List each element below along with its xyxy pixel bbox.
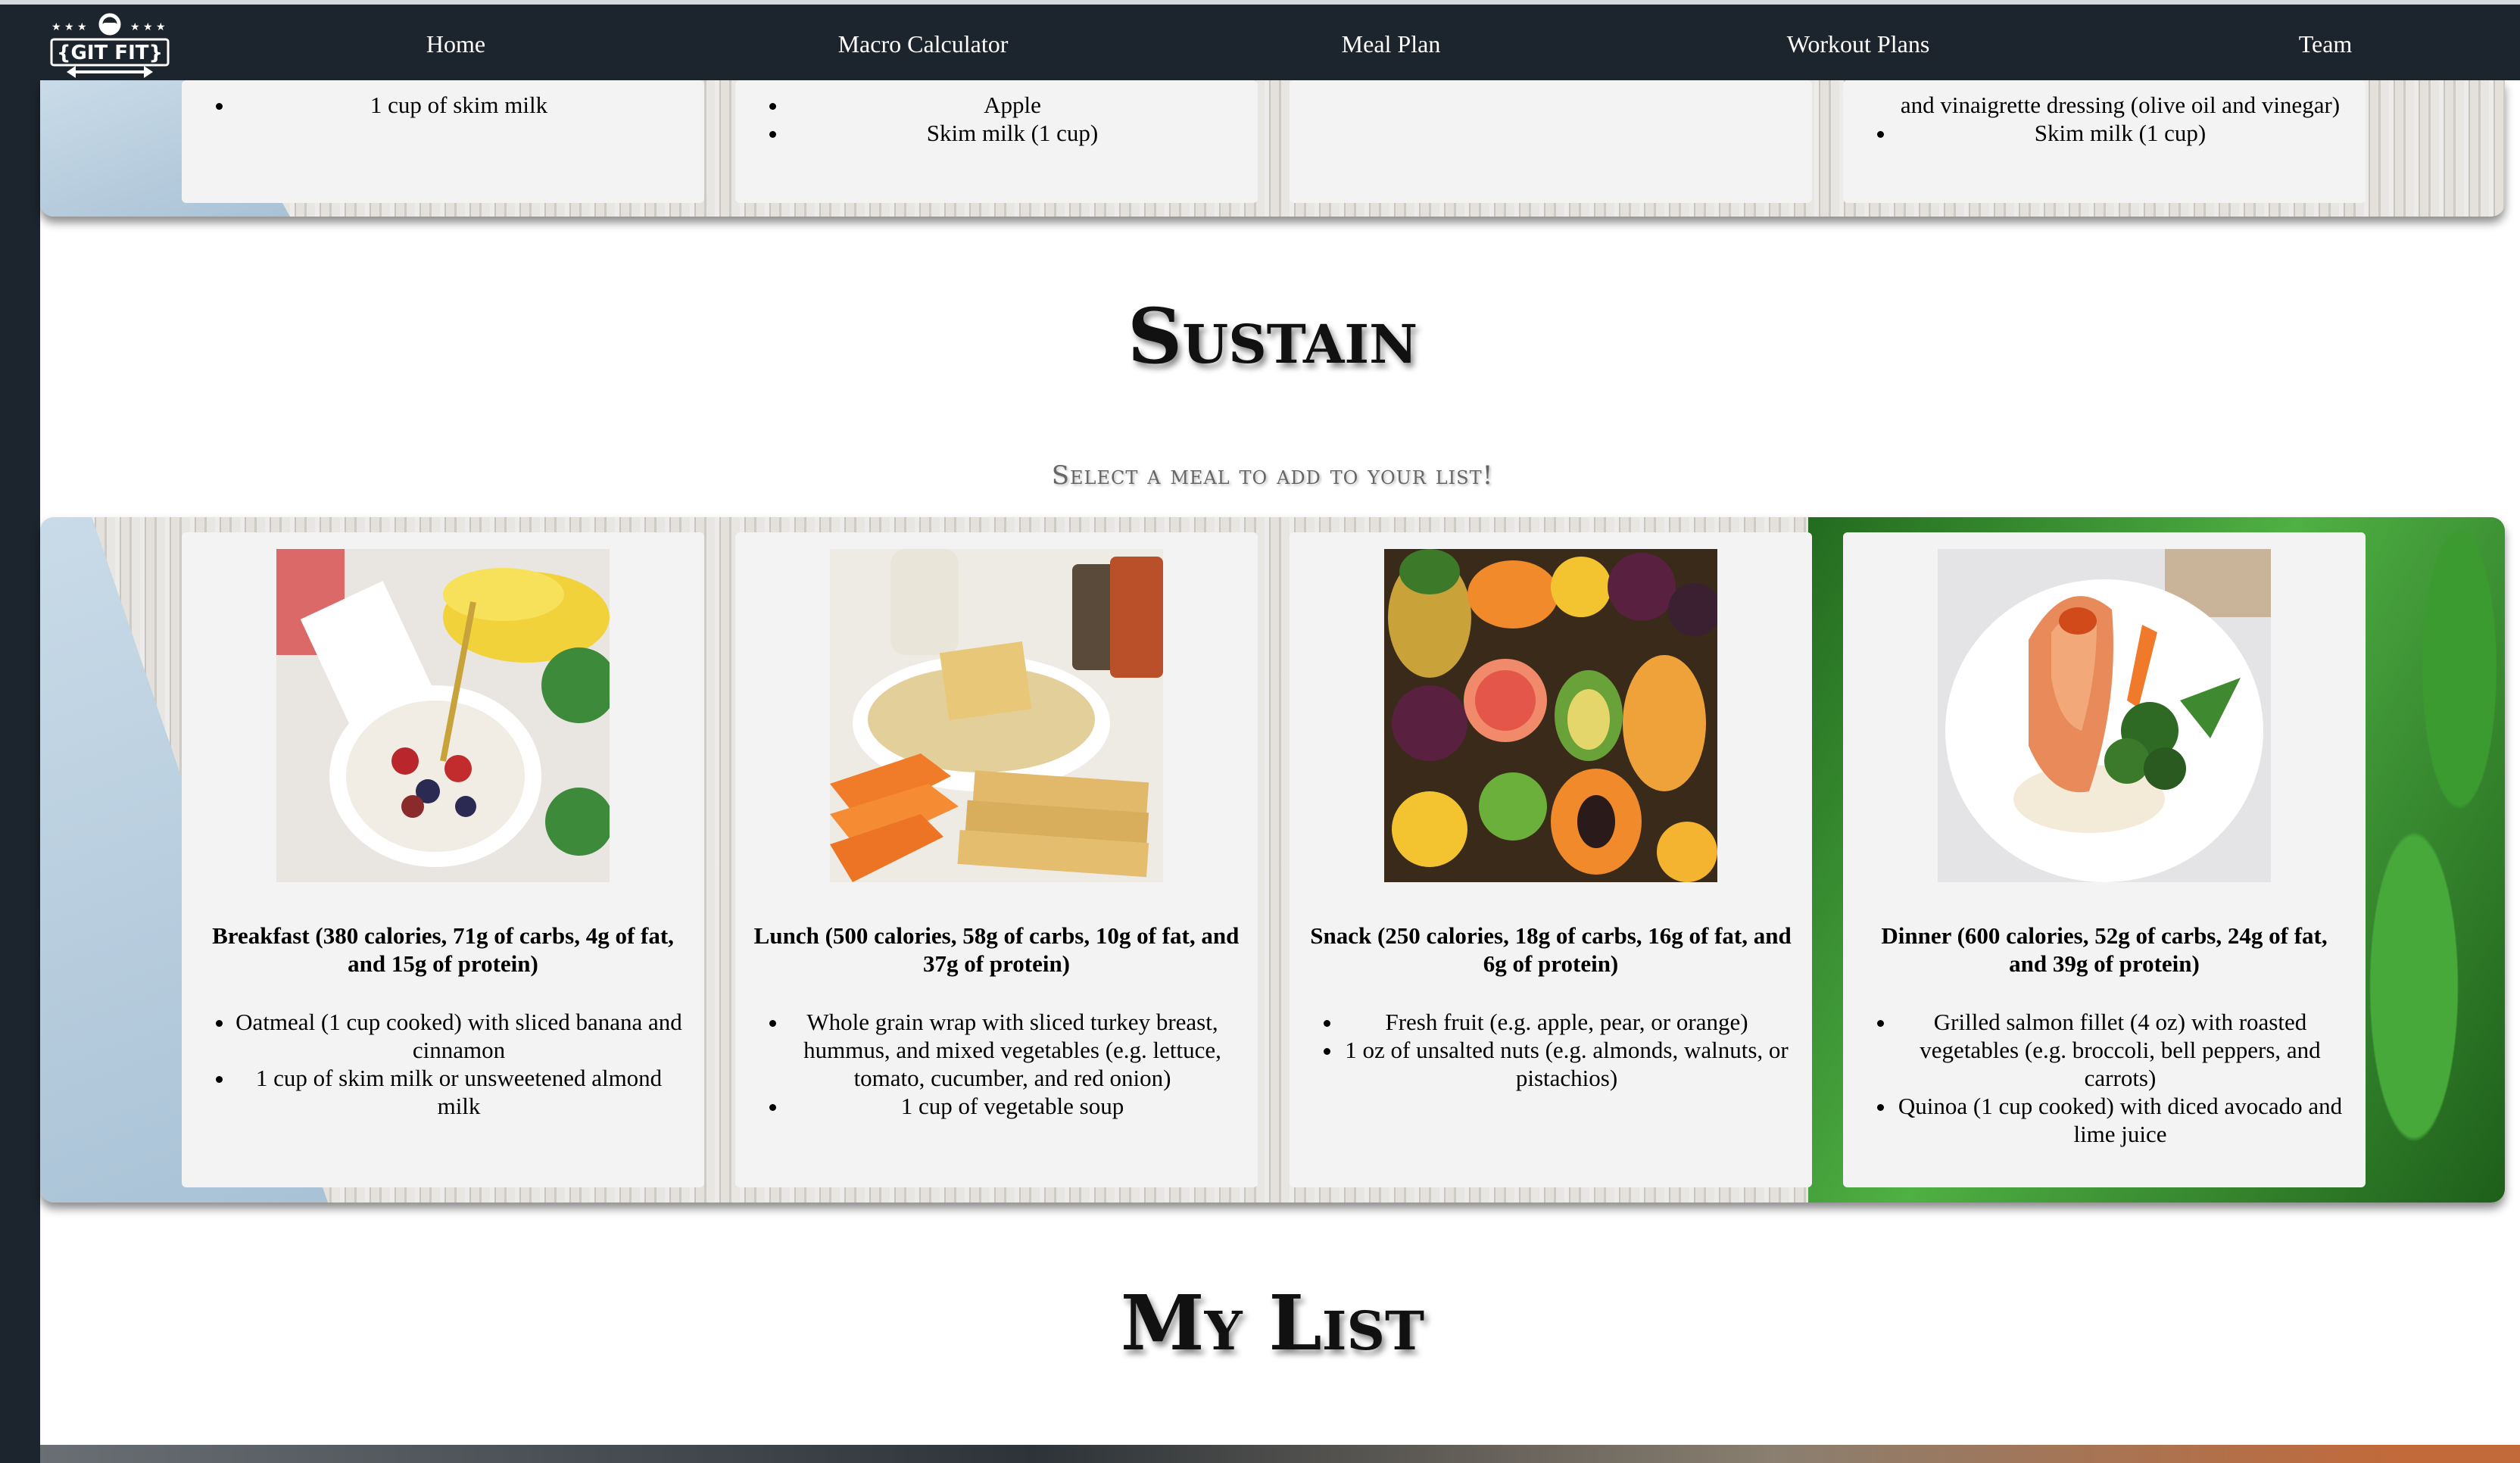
list-item: 1 cup of skim milk or unsweetened almond… xyxy=(235,1064,683,1120)
list-item-continued: and vinaigrette dressing (olive oil and … xyxy=(1900,92,2341,118)
meal-title: Snack (250 calories, 18g of carbs, 16g o… xyxy=(1310,922,1792,977)
meal-title: Lunch (500 calories, 58g of carbs, 10g o… xyxy=(753,922,1240,977)
previous-card-4[interactable]: and vinaigrette dressing (olive oil and … xyxy=(1843,80,2366,203)
page-root: 1 cup of skim milk Apple Skim milk (1 cu… xyxy=(0,0,2520,1463)
meal-card-lunch[interactable]: Lunch (500 calories, 58g of carbs, 10g o… xyxy=(735,532,1258,1187)
salmon-plate-photo xyxy=(1938,549,2271,882)
svg-text:★ ★ ★: ★ ★ ★ xyxy=(51,21,87,33)
sustain-heading: Sustain xyxy=(1127,292,1418,381)
meal-items: Grilled salmon fillet (4 oz) with roaste… xyxy=(1843,1008,2366,1148)
my-list-heading: My List xyxy=(1120,1278,1425,1368)
meal-title: Breakfast (380 calories, 71g of carbs, 4… xyxy=(212,922,674,977)
nav-meal-plan-link[interactable]: Meal Plan xyxy=(1342,30,1441,58)
meal-items: Fresh fruit (e.g. apple, pear, or orange… xyxy=(1290,1008,1812,1092)
meal-card-dinner[interactable]: Dinner (600 calories, 52g of carbs, 24g … xyxy=(1843,532,2366,1187)
git-fit-logo[interactable]: ★ ★ ★ ★ ★ ★ {GIT FIT} xyxy=(45,11,174,79)
meal-items: Whole grain wrap with sliced turkey brea… xyxy=(735,1008,1258,1120)
previous-card-1[interactable]: 1 cup of skim milk xyxy=(182,80,704,203)
list-item: Fresh fruit (e.g. apple, pear, or orange… xyxy=(1343,1008,1791,1036)
nav-home-link[interactable]: Home xyxy=(426,30,485,58)
previous-card-4-list-b: Skim milk (1 cup) xyxy=(1843,119,2366,147)
svg-text:★ ★ ★: ★ ★ ★ xyxy=(130,21,166,33)
previous-card-1-list: 1 cup of skim milk xyxy=(182,80,704,119)
list-item: Skim milk (1 cup) xyxy=(788,119,1237,147)
meal-title: Dinner (600 calories, 52g of carbs, 24g … xyxy=(1881,922,2328,977)
list-item: Oatmeal (1 cup cooked) with sliced banan… xyxy=(235,1008,683,1064)
previous-card-2[interactable]: Apple Skim milk (1 cup) xyxy=(735,80,1258,203)
meal-items: Oatmeal (1 cup cooked) with sliced banan… xyxy=(182,1008,704,1120)
list-item: 1 cup of skim milk xyxy=(235,91,683,119)
previous-card-2-list: Apple Skim milk (1 cup) xyxy=(735,80,1258,147)
list-item: Apple xyxy=(788,91,1237,119)
meal-card-snack[interactable]: Snack (250 calories, 18g of carbs, 16g o… xyxy=(1290,532,1812,1187)
list-item: Grilled salmon fillet (4 oz) with roaste… xyxy=(1896,1008,2344,1092)
top-navbar: ★ ★ ★ ★ ★ ★ {GIT FIT} Home Macro Calcula… xyxy=(0,0,2520,80)
hummus-crackers-photo xyxy=(830,549,1163,882)
nav-workout-plans-link[interactable]: Workout Plans xyxy=(1787,30,1930,58)
sustain-subtitle: Select a meal to add to your list! xyxy=(1051,460,1494,491)
list-item: Quinoa (1 cup cooked) with diced avocado… xyxy=(1896,1092,2344,1148)
list-item: 1 cup of vegetable soup xyxy=(788,1092,1237,1120)
my-list-section-banner xyxy=(40,1445,2520,1463)
previous-card-4-list: and vinaigrette dressing (olive oil and … xyxy=(1843,80,2366,119)
list-item: Skim milk (1 cup) xyxy=(1896,119,2344,147)
fruit-assortment-photo xyxy=(1384,549,1717,882)
nav-macro-calculator-link[interactable]: Macro Calculator xyxy=(838,30,1009,58)
meal-card-breakfast[interactable]: Breakfast (380 calories, 71g of carbs, 4… xyxy=(182,532,704,1187)
list-item: 1 oz of unsalted nuts (e.g. almonds, wal… xyxy=(1343,1036,1791,1092)
previous-card-3[interactable] xyxy=(1290,80,1812,203)
nav-team-link[interactable]: Team xyxy=(2299,30,2353,58)
logo-text: {GIT FIT} xyxy=(57,42,163,64)
list-item: Whole grain wrap with sliced turkey brea… xyxy=(788,1008,1237,1092)
oatmeal-bowl-photo xyxy=(276,549,610,882)
